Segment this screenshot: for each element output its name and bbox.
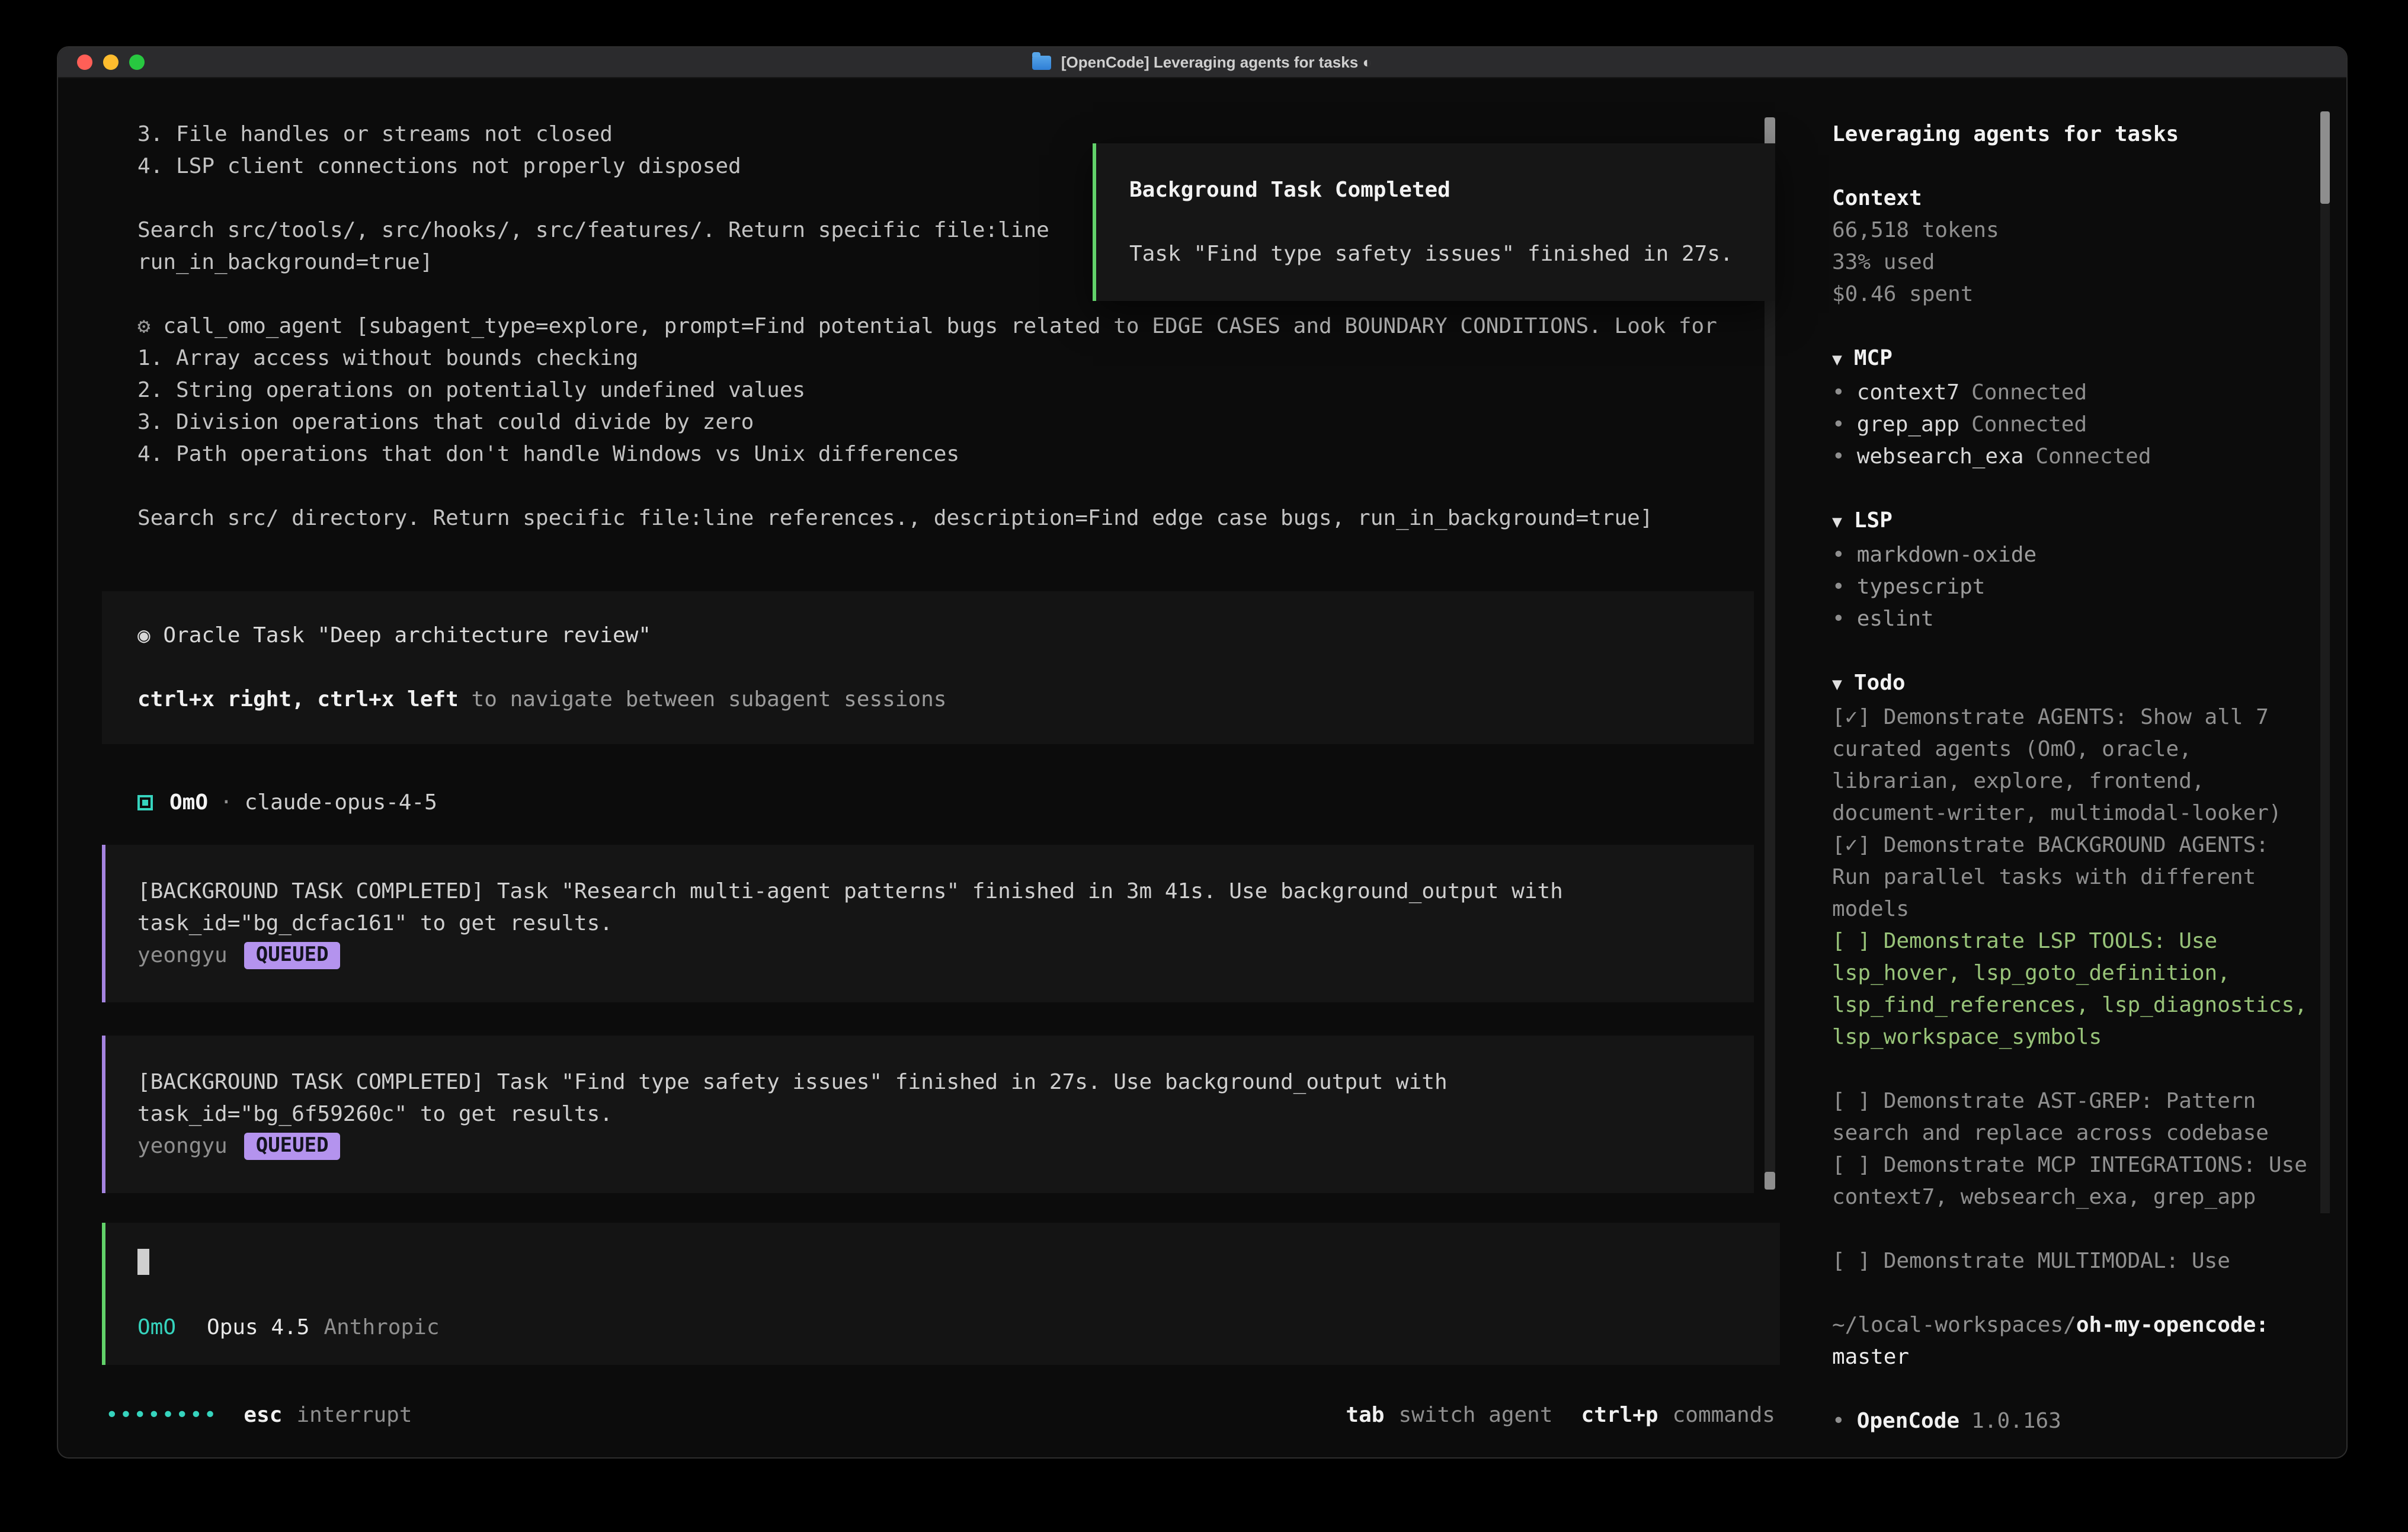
main-scrollbar-thumb-bottom[interactable]	[1765, 1172, 1775, 1190]
ctrlp-key-hint: ctrl+p	[1581, 1403, 1658, 1428]
tool-call-line: ⚙ call_omo_agent [subagent_type=explore,…	[137, 310, 1761, 342]
opencode-version: •OpenCode1.0.163	[1832, 1405, 2311, 1437]
chevron-down-icon: ▼	[1832, 675, 1842, 694]
workspace-path: ~/local-workspaces/oh-my-opencode: maste…	[1832, 1309, 2311, 1373]
text-cursor	[137, 1249, 149, 1275]
todo-item: [ ] Demonstrate MULTIMODAL: Use	[1832, 1245, 2311, 1277]
sidebar-scrollbar-track[interactable]	[2320, 111, 2330, 1213]
tab-key-label: switch agent	[1398, 1403, 1552, 1428]
ctrlp-key-label: commands	[1673, 1403, 1775, 1428]
tool-call-item: 1. Array access without bounds checking	[137, 342, 1761, 374]
main-terminal-pane: 3. File handles or streams not closed 4.…	[58, 78, 1832, 1457]
input-model-provider: Anthropic	[324, 1315, 439, 1340]
lsp-item-markdown-oxide: •markdown-oxide	[1832, 539, 2311, 571]
tool-call-closing: Search src/ directory. Return specific f…	[137, 502, 1761, 534]
mcp-item-websearch-exa: •websearch_exaConnected	[1832, 441, 2311, 473]
esc-key-hint: esc	[244, 1403, 282, 1428]
terminal-window: [OpenCode] Leveraging agents for tasks ◐…	[57, 46, 2348, 1459]
subagent-nav-hint: ctrl+x right, ctrl+x left to navigate be…	[137, 684, 1754, 716]
status-right: tab switch agent ctrl+p commands	[1346, 1399, 1775, 1431]
mcp-item-grep-app: •grep_appConnected	[1832, 409, 2311, 441]
bullet-icon: •	[1832, 380, 1845, 405]
tool-call-text: call_omo_agent [subagent_type=explore, p…	[163, 314, 1717, 339]
titlebar[interactable]: [OpenCode] Leveraging agents for tasks ◐	[58, 47, 2346, 78]
bullet-icon: •	[1832, 575, 1845, 600]
minimize-window-button[interactable]	[103, 55, 119, 70]
message-author: yeongyu	[137, 943, 228, 968]
fisheye-icon: ◉	[137, 623, 150, 648]
notification-title: Background Task Completed	[1129, 174, 1742, 206]
chevron-down-icon: ▼	[1832, 513, 1842, 532]
spacer	[137, 470, 1761, 502]
session-sidebar: Leveraging agents for tasks Context 66,5…	[1832, 78, 2346, 1457]
bullet-icon: •	[1832, 412, 1845, 437]
tool-call-item: 4. Path operations that don't handle Win…	[137, 438, 1761, 470]
lsp-item-typescript: •typescript	[1832, 571, 2311, 603]
agent-square-icon	[137, 795, 153, 810]
message-author: yeongyu	[137, 1134, 228, 1159]
message-text: task_id="bg_6f59260c" to get results.	[137, 1098, 1725, 1130]
todo-item-active: [ ] Demonstrate LSP TOOLS: Use lsp_hover…	[1832, 925, 2311, 1053]
status-bar: •••••••• esc interrupt tab switch agent ctrl…	[105, 1399, 1775, 1431]
todo-item: [✓] Demonstrate BACKGROUND AGENTS: Run p…	[1832, 829, 2311, 925]
context-heading: Context	[1832, 182, 2311, 214]
bullet-icon: •	[1832, 1409, 1845, 1434]
chevron-down-icon: ▼	[1832, 351, 1842, 370]
window-title-group: [OpenCode] Leveraging agents for tasks ◐	[1033, 53, 1372, 71]
agent-model: claude-opus-4-5	[245, 787, 437, 819]
context-spent: $0.46 spent	[1832, 278, 2311, 310]
session-title: Leveraging agents for tasks	[1832, 118, 2311, 150]
context-tokens: 66,518 tokens	[1832, 214, 2311, 246]
message-text: [BACKGROUND TASK COMPLETED] Task "Resear…	[137, 876, 1725, 908]
tool-call-item: 3. Division operations that could divide…	[137, 406, 1761, 438]
agent-header: OmO · claude-opus-4-5	[137, 787, 1832, 819]
status-left: •••••••• esc interrupt	[105, 1399, 412, 1431]
traffic-lights	[77, 47, 145, 77]
oracle-task-title: ◉ Oracle Task "Deep architecture review"	[137, 620, 1754, 652]
background-task-notification[interactable]: Background Task Completed Task "Find typ…	[1093, 143, 1775, 301]
sidebar-scrollbar-thumb[interactable]	[2320, 111, 2330, 204]
context-used: 33% used	[1832, 246, 2311, 278]
queued-badge: QUEUED	[244, 1133, 341, 1160]
nav-hint-keys: ctrl+x right, ctrl+x left	[137, 687, 459, 712]
mcp-item-context7: •context7Connected	[1832, 377, 2311, 409]
window-title: [OpenCode] Leveraging agents for tasks ◐	[1061, 53, 1372, 71]
message-meta: yeongyu QUEUED	[137, 940, 1725, 972]
message-card: [BACKGROUND TASK COMPLETED] Task "Resear…	[102, 845, 1754, 1002]
todo-item: [✓] Demonstrate AGENTS: Show all 7 curat…	[1832, 701, 2311, 829]
nav-hint-text: to navigate between subagent sessions	[459, 687, 947, 712]
bullet-icon: •	[1832, 607, 1845, 632]
model-indicator: OmO Opus 4.5 Anthropic	[137, 1312, 1751, 1344]
bullet-icon: •	[1832, 444, 1845, 469]
gear-icon: ⚙	[137, 314, 150, 339]
lsp-section-header[interactable]: ▼LSP	[1832, 505, 2311, 539]
oracle-task-panel: ◉ Oracle Task "Deep architecture review"…	[102, 591, 1754, 744]
chat-input[interactable]: OmO Opus 4.5 Anthropic	[102, 1223, 1780, 1365]
input-agent-name: OmO	[137, 1315, 176, 1340]
todo-section-header[interactable]: ▼Todo	[1832, 667, 2311, 701]
message-text: task_id="bg_dcfac161" to get results.	[137, 908, 1725, 940]
separator-dot: ·	[220, 787, 233, 819]
mcp-section-header[interactable]: ▼MCP	[1832, 342, 2311, 377]
message-text: [BACKGROUND TASK COMPLETED] Task "Find t…	[137, 1066, 1725, 1098]
notification-body: Task "Find type safety issues" finished …	[1129, 238, 1742, 270]
queued-badge: QUEUED	[244, 942, 341, 969]
close-window-button[interactable]	[77, 55, 92, 70]
message-card: [BACKGROUND TASK COMPLETED] Task "Find t…	[102, 1036, 1754, 1193]
input-model-name: Opus 4.5	[207, 1315, 309, 1340]
lsp-item-eslint: •eslint	[1832, 603, 2311, 635]
todo-item: [ ] Demonstrate MCP INTEGRATIONS: Use co…	[1832, 1149, 2311, 1213]
screen: [OpenCode] Leveraging agents for tasks ◐…	[0, 0, 2408, 1532]
tab-key-hint: tab	[1346, 1403, 1384, 1428]
todo-item: [ ] Demonstrate AST-GREP: Pattern search…	[1832, 1085, 2311, 1149]
esc-key-label: interrupt	[296, 1403, 412, 1428]
zoom-window-button[interactable]	[129, 55, 145, 70]
bullet-icon: •	[1832, 543, 1845, 568]
message-meta: yeongyu QUEUED	[137, 1130, 1725, 1162]
agent-name: OmO	[169, 787, 208, 819]
tool-call-item: 2. String operations on potentially unde…	[137, 374, 1761, 406]
folder-icon	[1033, 55, 1052, 69]
progress-spinner-icon: ••••••••	[105, 1403, 217, 1428]
